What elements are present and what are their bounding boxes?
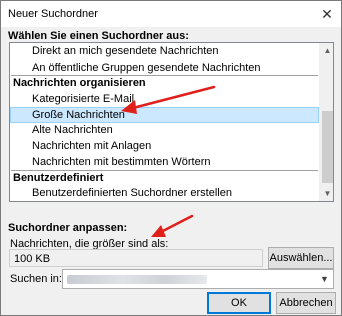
- cancel-button[interactable]: Abbrechen: [276, 292, 336, 314]
- dialog-title: Neuer Suchordner: [8, 8, 98, 20]
- close-icon[interactable]: ✕: [317, 4, 337, 24]
- group-header-custom: Benutzerdefiniert: [13, 172, 104, 184]
- ok-button[interactable]: OK: [207, 292, 271, 314]
- dialog-window: Neuer Suchordner ✕ Wählen Sie einen Such…: [0, 0, 342, 316]
- chevron-down-icon[interactable]: ▼: [320, 186, 333, 201]
- list-item[interactable]: Direkt an mich gesendete Nachrichten: [10, 44, 319, 59]
- list-item[interactable]: Kategorisierte E-Mail: [10, 92, 319, 107]
- search-in-combobox[interactable]: ▼: [62, 269, 334, 289]
- blurred-account-name: [67, 275, 207, 284]
- arrowhead-field: [151, 225, 166, 237]
- chevron-down-icon[interactable]: ▼: [316, 270, 333, 288]
- size-value-field: 100 KB: [9, 249, 263, 267]
- search-folder-list[interactable]: Direkt an mich gesendete Nachrichten An …: [9, 42, 334, 202]
- search-in-label: Suchen in:: [10, 273, 62, 285]
- list-item[interactable]: An öffentliche Gruppen gesendete Nachric…: [10, 61, 319, 76]
- title-bar: Neuer Suchordner ✕: [1, 1, 341, 27]
- list-item[interactable]: Benutzerdefinierten Suchordner erstellen: [10, 186, 319, 201]
- folder-list-header: Wählen Sie einen Suchordner aus:: [8, 30, 189, 42]
- list-item-selected[interactable]: Große Nachrichten: [10, 107, 319, 123]
- customize-header: Suchordner anpassen:: [8, 222, 128, 234]
- choose-button[interactable]: Auswählen...: [268, 247, 334, 269]
- vertical-scrollbar[interactable]: ▲ ▼: [319, 43, 333, 201]
- list-item[interactable]: Nachrichten mit Anlagen: [10, 139, 319, 154]
- scrollbar-thumb[interactable]: [322, 111, 333, 183]
- arrow-shaft-field: [157, 214, 194, 235]
- list-item[interactable]: Alte Nachrichten: [10, 123, 319, 138]
- list-item[interactable]: Nachrichten mit bestimmten Wörtern: [10, 155, 319, 170]
- group-header-organize: Nachrichten organisieren: [13, 77, 146, 89]
- chevron-up-icon[interactable]: ▲: [320, 43, 333, 58]
